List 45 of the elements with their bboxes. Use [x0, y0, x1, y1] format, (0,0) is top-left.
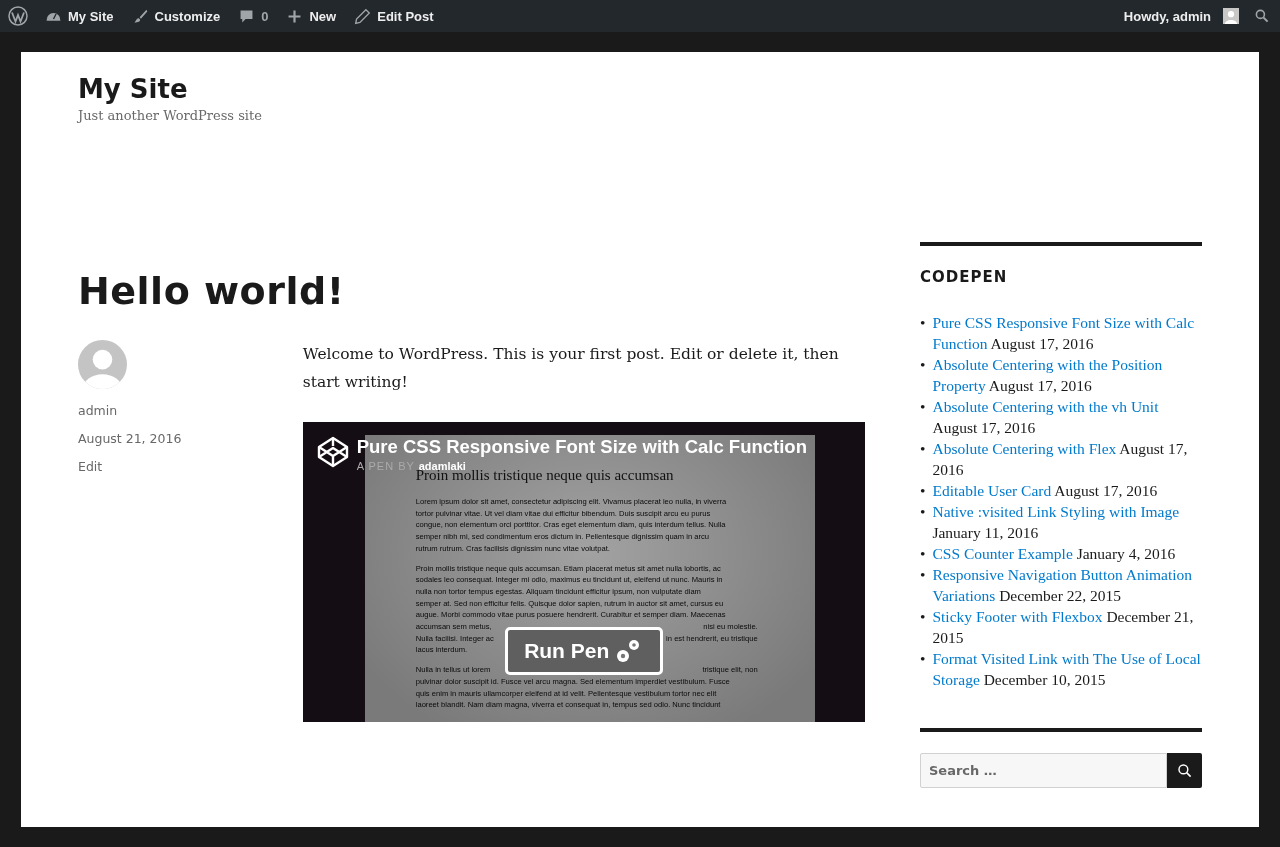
- bullet: •: [920, 565, 926, 585]
- cube-logo-icon: [316, 436, 349, 468]
- search-button[interactable]: [1167, 753, 1202, 788]
- bullet: •: [920, 481, 926, 501]
- bullet: •: [920, 397, 926, 417]
- bullet: •: [920, 313, 926, 333]
- site-tagline: Just another WordPress site: [78, 108, 263, 123]
- account-menu[interactable]: Howdy, admin: [1114, 0, 1248, 32]
- admin-bar-item[interactable]: Edit Post: [345, 0, 443, 32]
- admin-bar-item[interactable]: New: [277, 0, 346, 32]
- recent-pen-entry[interactable]: Editable User Card August 17, 2016: [932, 480, 1158, 501]
- recent-pen-entry[interactable]: Responsive Navigation Button Animation Variations December 22, 2015: [932, 564, 1202, 606]
- recent-pen-entry[interactable]: CSS Counter Example January 4, 2016: [932, 543, 1176, 564]
- bullet: •: [920, 649, 926, 669]
- recent-pen-entry[interactable]: Sticky Footer with Flexbox December 21, 2015: [932, 606, 1202, 648]
- recent-pen-entry[interactable]: Absolute Centering with Flex August 17, 2016: [932, 438, 1202, 480]
- search-icon: [1176, 762, 1193, 779]
- avatar-icon: [1223, 8, 1239, 24]
- bullet: •: [920, 544, 926, 564]
- widget-title: CODEPEN: [920, 268, 1009, 286]
- edit-link[interactable]: Edit: [78, 453, 103, 481]
- search-icon[interactable]: [1254, 8, 1270, 24]
- recent-pen-entry[interactable]: Absolute Centering with the vh Unit August 17, 2016: [932, 396, 1202, 438]
- recent-pen-entry[interactable]: Format Visited Link with The Use of Local Storage December 10, 2015: [932, 648, 1202, 690]
- bullet: •: [920, 607, 926, 627]
- author-link[interactable]: admin: [78, 397, 118, 425]
- site-title[interactable]: My Site: [78, 74, 188, 104]
- admin-bar-item[interactable]: Customize: [122, 0, 230, 32]
- bullet: •: [920, 439, 926, 459]
- search-field[interactable]: Search …: [920, 753, 1167, 788]
- recent-pen-entry[interactable]: Pure CSS Responsive Font Size with Calc Function August 17, 2016: [932, 312, 1202, 354]
- admin-bar-item[interactable]: My Site: [36, 0, 123, 32]
- codepen-embed[interactable]: [302, 422, 865, 722]
- pencil-icon: [354, 7, 372, 25]
- run-pen-button[interactable]: Run Pen: [504, 627, 663, 675]
- bullet: •: [920, 355, 926, 375]
- post-title: Hello world!: [78, 268, 346, 315]
- admin-bar-item[interactable]: 0: [229, 0, 278, 32]
- recent-pen-entry[interactable]: Absolute Centering with the Position Property August 17, 2016: [932, 354, 1202, 396]
- avatar-icon: [78, 340, 127, 389]
- post-paragraph: Welcome to WordPress. This is your first post. Edit or delete it, then start writing!: [302, 344, 840, 393]
- bullet: •: [920, 502, 926, 522]
- date-link[interactable]: August 21, 2016: [78, 425, 182, 453]
- wordpress-logo-icon[interactable]: [8, 6, 28, 26]
- recent-pen-entry[interactable]: Native :visited Link Styling with Image January 11, 2016: [932, 501, 1202, 543]
